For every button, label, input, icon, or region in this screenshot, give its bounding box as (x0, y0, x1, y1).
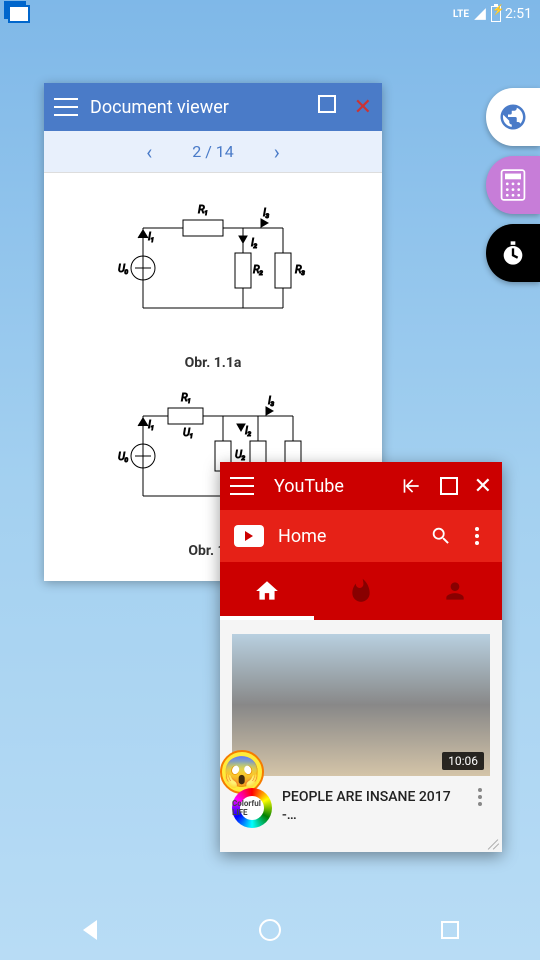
chevron-left-icon[interactable]: ‹ (146, 140, 152, 164)
recent-app-indicator-icon (8, 5, 30, 23)
document-viewer-header: Document viewer ✕ (44, 83, 382, 131)
signal-icon (473, 7, 487, 21)
figure-label-1: Obr. 1.1a (64, 355, 362, 371)
youtube-app-header: Home (220, 510, 502, 562)
video-more-options-icon[interactable] (470, 788, 490, 806)
youtube-window-header: YouTube ✕ (220, 462, 502, 510)
search-icon[interactable] (430, 525, 452, 547)
lte-indicator: LTE (453, 9, 469, 20)
svg-text:U₀: U₀ (118, 450, 129, 463)
nav-back-button[interactable] (75, 915, 105, 945)
svg-text:I₃: I₃ (263, 206, 270, 219)
svg-text:I₂: I₂ (245, 424, 252, 437)
page-indicator: 2 / 14 (192, 142, 234, 161)
hamburger-menu-icon[interactable] (230, 477, 254, 495)
hamburger-menu-icon[interactable] (54, 98, 78, 116)
video-list[interactable]: 😱 10:06 Colorful LIFE PEOPLE ARE INSANE … (220, 620, 502, 842)
resize-handle-icon[interactable] (486, 836, 500, 850)
person-icon (442, 578, 468, 604)
svg-text:I₂: I₂ (251, 236, 258, 249)
tab-home[interactable] (220, 562, 314, 620)
tab-trending[interactable] (314, 562, 408, 620)
video-duration: 10:06 (442, 752, 484, 770)
svg-text:U₀: U₀ (118, 262, 129, 275)
stopwatch-icon (499, 239, 527, 267)
maximize-icon[interactable] (440, 477, 458, 495)
calculator-app-button[interactable] (486, 156, 540, 214)
close-icon[interactable]: ✕ (474, 474, 492, 499)
home-icon (254, 578, 280, 604)
floating-app-dock (486, 88, 540, 282)
stopwatch-app-button[interactable] (486, 224, 540, 282)
more-options-icon[interactable] (466, 525, 488, 547)
page-navigation: ‹ 2 / 14 › (44, 131, 382, 173)
video-info: Colorful LIFE PEOPLE ARE INSANE 2017 -… (232, 776, 490, 828)
svg-text:I₁: I₁ (148, 230, 155, 243)
status-bar: LTE 2:51 (0, 0, 540, 28)
youtube-tabs (220, 562, 502, 620)
circuit-diagram-1: R₁ R₂ R₃ U₀ I₁ I₂ (64, 193, 362, 371)
navigation-bar (0, 900, 540, 960)
battery-charging-icon (491, 6, 501, 22)
svg-text:I₃: I₃ (268, 394, 275, 407)
scream-emoji-icon: 😱 (220, 750, 264, 794)
svg-text:R₂: R₂ (253, 263, 264, 276)
youtube-window[interactable]: YouTube ✕ Home 😱 10:06 Colorful LIFE PEO… (220, 462, 502, 852)
youtube-logo-icon[interactable] (234, 525, 264, 547)
channel-avatar[interactable]: Colorful LIFE (232, 788, 272, 828)
svg-text:R₁: R₁ (198, 203, 209, 216)
nav-home-button[interactable] (255, 915, 285, 945)
video-thumbnail[interactable]: 😱 10:06 (232, 634, 490, 776)
svg-text:I₁: I₁ (148, 418, 155, 431)
globe-icon (498, 102, 528, 132)
browser-app-button[interactable] (486, 88, 540, 146)
chevron-right-icon[interactable]: › (274, 140, 280, 164)
back-arrow-icon[interactable] (400, 476, 424, 496)
clock-time: 2:51 (505, 6, 532, 22)
tab-account[interactable] (408, 562, 502, 620)
svg-text:U₁: U₁ (183, 426, 194, 439)
svg-text:U₂: U₂ (235, 448, 246, 461)
maximize-icon[interactable] (318, 95, 336, 113)
video-title[interactable]: PEOPLE ARE INSANE 2017 -… (282, 788, 460, 824)
svg-text:R₁: R₁ (181, 391, 192, 404)
calculator-icon (499, 169, 527, 201)
close-icon[interactable]: ✕ (354, 95, 372, 120)
window-title: Document viewer (90, 97, 318, 118)
section-title: Home (278, 526, 430, 547)
svg-text:R₃: R₃ (295, 263, 306, 276)
fire-icon (348, 578, 374, 604)
nav-recent-button[interactable] (435, 915, 465, 945)
window-title: YouTube (274, 476, 400, 497)
